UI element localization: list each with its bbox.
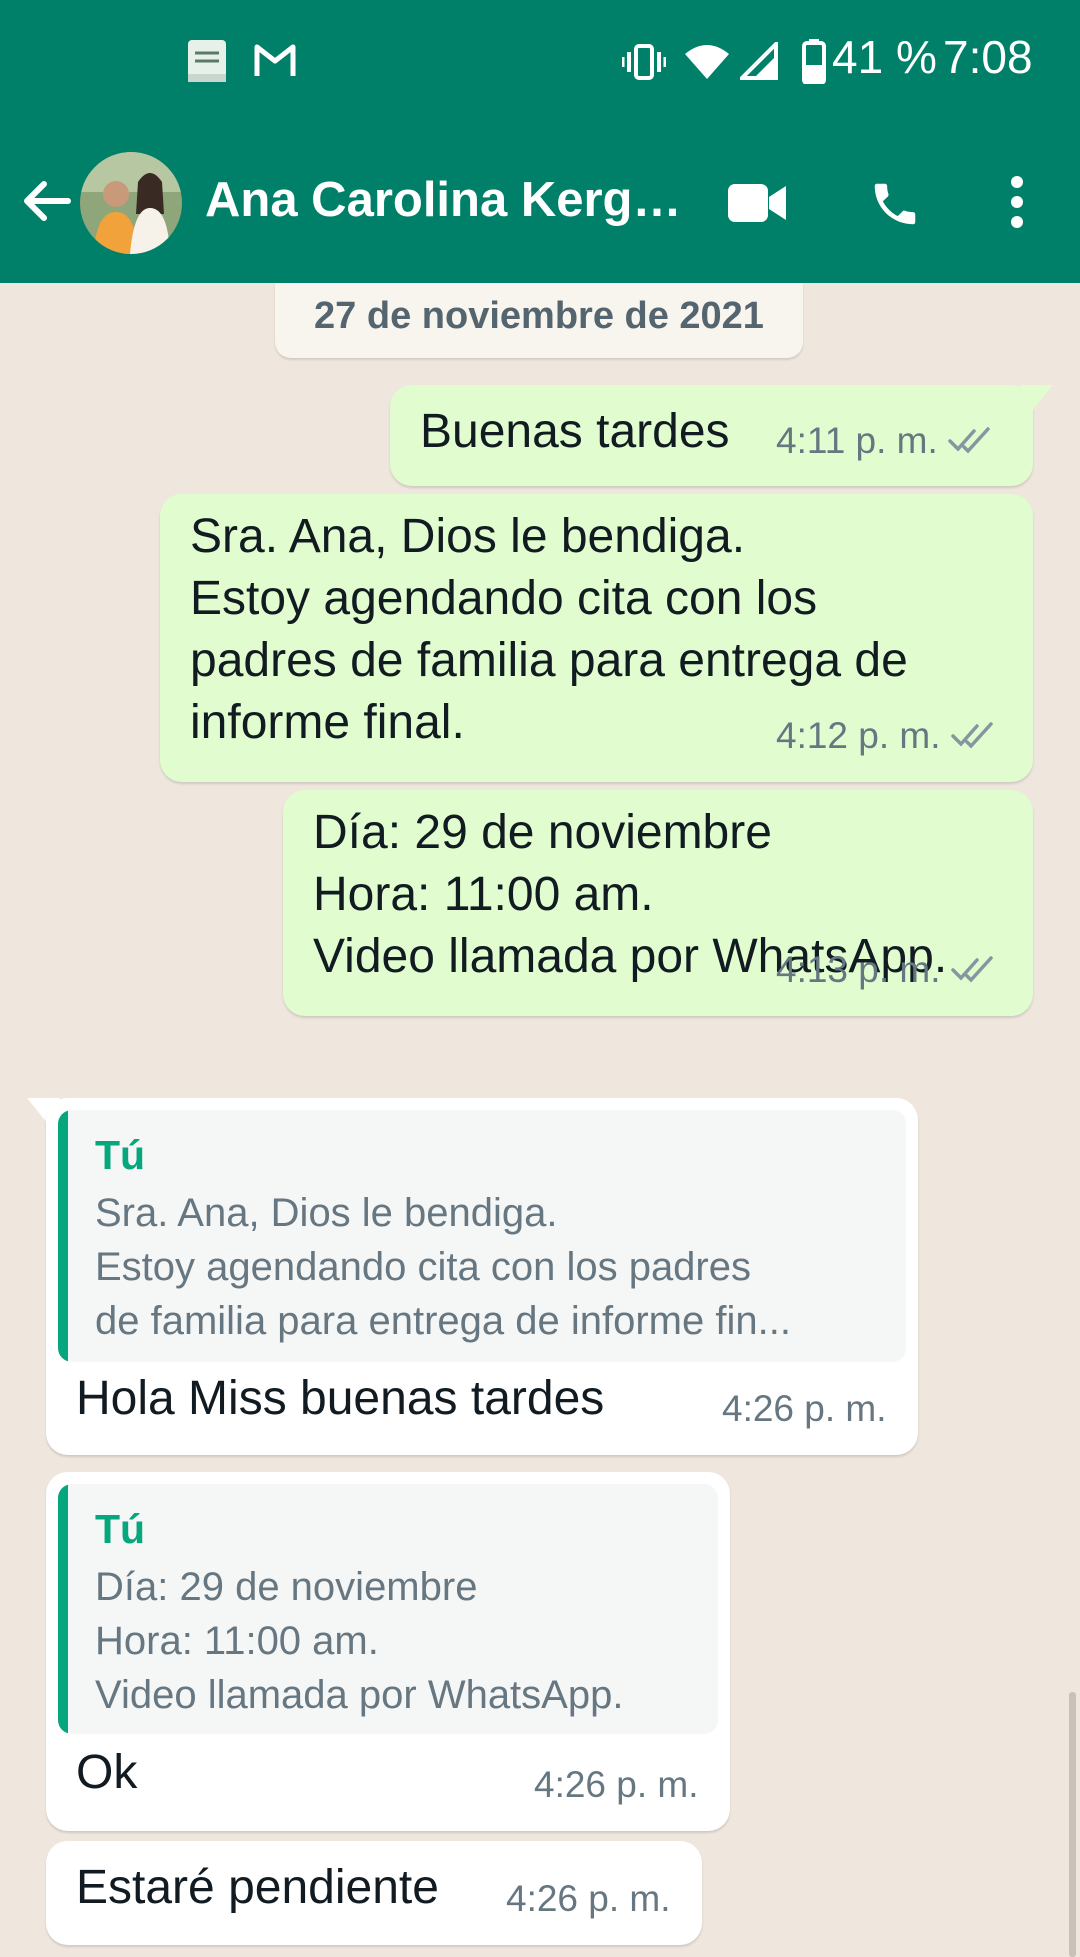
contact-name[interactable]: Ana Carolina Kergu... <box>205 172 695 228</box>
message-time: 4:26 p. m. <box>534 1764 699 1805</box>
message-time: 4:26 p. m. <box>722 1388 887 1429</box>
quote-author: Tú <box>95 1506 146 1552</box>
incoming-message[interactable]: Tú Día: 29 de noviembre Hora: 11:00 am. … <box>46 1472 730 1831</box>
read-ticks-icon <box>950 951 995 993</box>
battery-percentage: 41 % <box>832 31 937 83</box>
scrollbar[interactable] <box>1069 1692 1076 1957</box>
message-time: 4:11 p. m. <box>776 420 938 461</box>
message-time: 4:26 p. m. <box>506 1878 671 1919</box>
read-ticks-icon <box>950 717 995 759</box>
signal-icon <box>737 39 778 85</box>
quoted-message[interactable]: Tú Sra. Ana, Dios le bendiga. Estoy agen… <box>58 1110 906 1362</box>
holy-bible-app-icon <box>184 38 230 89</box>
gmail-icon <box>254 42 296 83</box>
bubble-tail <box>1020 385 1053 411</box>
quote-accent-bar <box>58 1110 68 1362</box>
voice-call-icon[interactable] <box>868 177 922 236</box>
clock: 7:08 <box>943 31 1033 83</box>
message-text: Ok <box>76 1746 138 1799</box>
vibrate-icon <box>621 42 667 87</box>
incoming-message[interactable]: Estaré pendiente 4:26 p. m. <box>46 1841 702 1945</box>
quote-author: Tú <box>95 1132 146 1178</box>
read-ticks-icon <box>948 422 992 464</box>
avatar[interactable] <box>80 152 182 254</box>
quote-text: Sra. Ana, Dios le bendiga. Estoy agendan… <box>95 1191 791 1343</box>
message-time: 4:12 p. m. <box>776 715 941 756</box>
message-meta: 4:12 p. m. <box>776 715 995 759</box>
outgoing-message[interactable]: Día: 29 de noviembre Hora: 11:00 am. Vid… <box>283 790 1033 1016</box>
more-options-icon[interactable] <box>1008 175 1026 234</box>
message-meta: 4:13 p. m. <box>776 949 995 993</box>
message-time: 4:13 p. m. <box>776 949 941 990</box>
back-arrow-icon[interactable] <box>20 175 72 232</box>
chat-header: Ana Carolina Kergu... <box>0 125 1080 283</box>
message-text: Estaré pendiente <box>76 1861 439 1914</box>
message-text: Hola Miss buenas tardes <box>76 1372 605 1425</box>
message-meta: 4:11 p. m. <box>776 420 992 464</box>
date-chip: 27 de noviembre de 2021 <box>275 283 803 358</box>
quote-accent-bar <box>58 1484 68 1734</box>
outgoing-message[interactable]: Sra. Ana, Dios le bendiga. Estoy agendan… <box>160 494 1033 782</box>
quote-text: Día: 29 de noviembre Hora: 11:00 am. Vid… <box>95 1565 624 1717</box>
quoted-message[interactable]: Tú Día: 29 de noviembre Hora: 11:00 am. … <box>58 1484 718 1734</box>
video-call-icon[interactable] <box>727 183 787 228</box>
outgoing-message[interactable]: Buenas tardes 4:11 p. m. <box>390 385 1033 486</box>
status-bar: 41 % 7:08 <box>0 0 1080 125</box>
battery-icon <box>802 38 826 89</box>
wifi-icon <box>684 42 730 85</box>
incoming-message[interactable]: Tú Sra. Ana, Dios le bendiga. Estoy agen… <box>46 1098 918 1455</box>
message-text: Buenas tardes <box>420 405 730 458</box>
conversation-area[interactable]: 27 de noviembre de 2021 Buenas tardes 4:… <box>0 283 1080 1957</box>
